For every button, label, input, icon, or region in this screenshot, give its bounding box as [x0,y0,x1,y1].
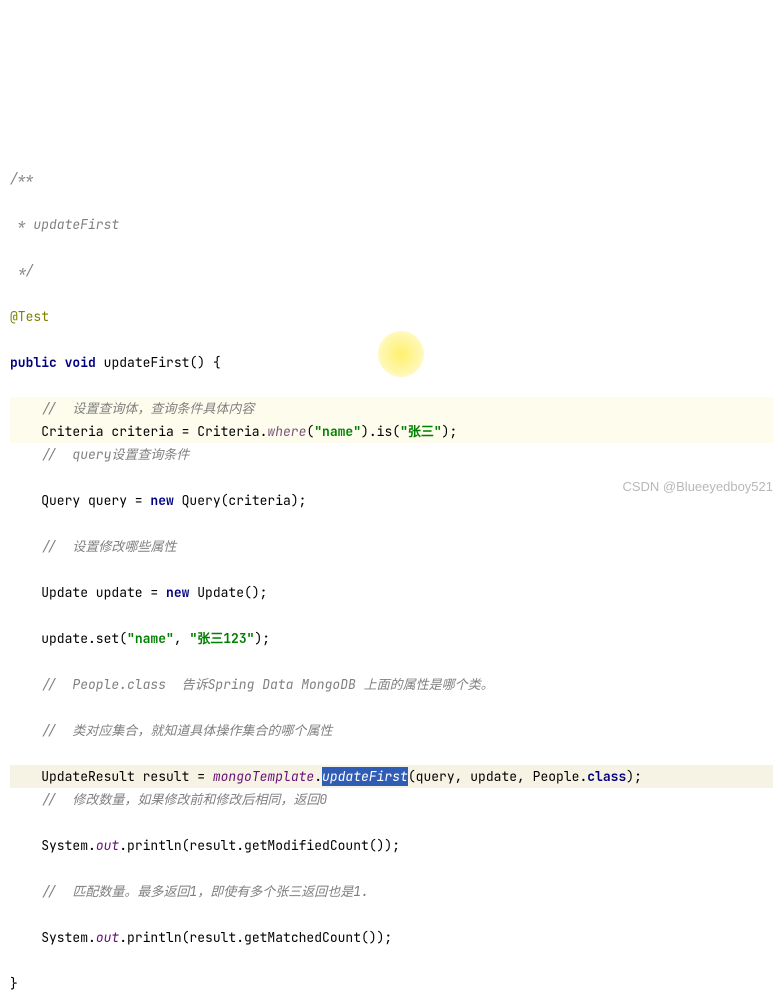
keyword-void: void [65,354,96,371]
println-modified: .println(result.getModifiedCount()); [119,837,400,854]
javadoc-open: /** [10,170,33,187]
update-ctor: Update(); [189,584,267,601]
query-decl: Query query = [41,492,150,509]
where-call: where [267,423,306,440]
criteria-decl: Criteria criteria = Criteria. [41,423,267,440]
out-2: out [96,929,119,946]
comment-people-class: // People.class 告诉Spring Data MongoDB 上面… [41,676,493,693]
method-name: updateFirst [104,354,190,371]
keyword-new-1: new [150,492,173,509]
comment-modified: // 修改数量，如果修改前和修改后相同，返回0 [41,791,327,808]
comment-class-collection: // 类对应集合，就知道具体操作集合的哪个属性 [41,722,332,739]
mongo-template: mongoTemplate [213,768,314,785]
system-2: System. [41,929,96,946]
println-matched: .println(result.getMatchedCount()); [119,929,392,946]
code-editor[interactable]: /** * updateFirst */ @Test public void u… [10,144,773,1008]
keyword-class: class [587,768,626,785]
query-ctor: Query(criteria); [174,492,307,509]
update-set: update.set( [41,630,127,647]
keyword-new-2: new [166,584,189,601]
javadoc-close: */ [10,262,33,279]
brace-close: } [10,975,18,992]
update-decl: Update update = [41,584,166,601]
comment-set-query: // 设置查询体，查询条件具体内容 [41,400,254,417]
result-args: (query, update, People. [408,768,587,785]
comma: , [174,630,190,647]
keyword-public: public [10,354,57,371]
is-call: .is( [369,423,400,440]
out-1: out [96,837,119,854]
dot: . [314,768,322,785]
string-zhangsan: "张三" [400,423,442,440]
test-annotation: @Test [10,308,49,325]
string-name: "name" [314,423,361,440]
update-first-call[interactable]: updateFirst [322,767,408,786]
system-1: System. [41,837,96,854]
string-zhangsan123: "张三123" [189,630,254,647]
close-paren: ); [442,423,458,440]
comment-update-fields: // 设置修改哪些属性 [41,538,176,555]
result-decl: UpdateResult result = [41,768,213,785]
string-name2: "name" [127,630,174,647]
close-paren-3: ); [626,768,642,785]
javadoc-body: * updateFirst [10,216,119,233]
comment-query: // query设置查询条件 [41,446,189,463]
close-paren-2: ); [254,630,270,647]
method-sig: () { [189,354,220,371]
comment-matched: // 匹配数量。最多返回1，即使有多个张三返回也是1. [41,883,369,900]
